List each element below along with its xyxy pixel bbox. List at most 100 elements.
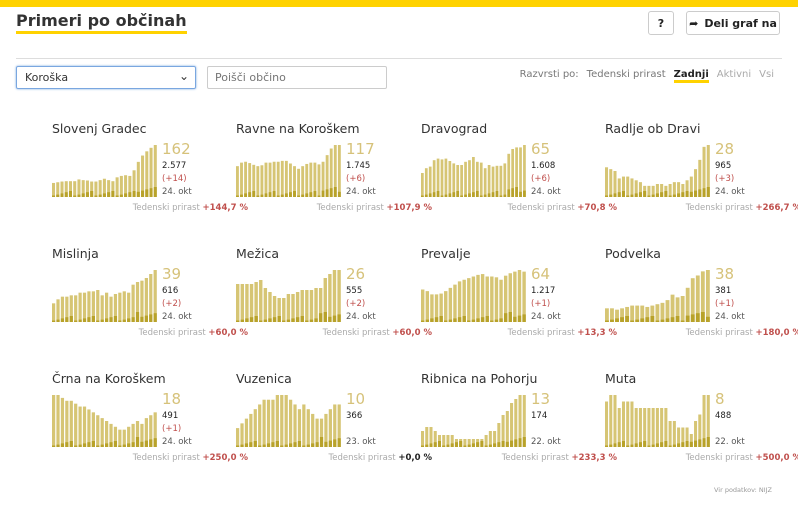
bar-new-cases: [505, 441, 509, 447]
bar: [69, 400, 73, 447]
bar: [105, 292, 109, 322]
municipality-card[interactable]: Slovenj Gradec 162 2.577 (+14) 24. okt T…: [52, 121, 248, 231]
bar-new-cases: [52, 320, 56, 322]
weekly-growth-label: Tedenski prirast: [685, 203, 753, 213]
bar-new-cases: [425, 319, 430, 322]
help-button[interactable]: ?: [648, 11, 674, 35]
bar: [276, 161, 280, 197]
bar-new-cases: [503, 194, 507, 197]
bar-new-cases: [488, 444, 492, 447]
bar: [448, 287, 453, 322]
bar: [275, 395, 279, 447]
bar: [100, 418, 104, 447]
bar-new-cases: [499, 318, 503, 322]
bar-new-cases: [681, 442, 685, 447]
bar-new-cases: [672, 194, 676, 197]
bar-new-cases: [436, 191, 440, 197]
sparkline-chart: [605, 145, 710, 197]
municipality-card[interactable]: Ravne na Koroškem 117 1.745 (+6) 24. okt…: [236, 121, 432, 231]
bar-new-cases: [337, 438, 341, 447]
bar-new-cases: [78, 444, 82, 447]
bar-new-cases: [491, 192, 495, 197]
total-cases: 174: [531, 411, 548, 421]
bar-new-cases: [140, 441, 144, 447]
sort-all[interactable]: Vsi: [759, 69, 774, 83]
bar-new-cases: [321, 190, 325, 197]
bar: [266, 399, 271, 447]
bar: [289, 399, 293, 447]
bar-new-cases: [149, 439, 153, 447]
bar-new-cases: [128, 192, 132, 197]
bar-new-cases: [495, 191, 499, 197]
bar: [144, 278, 148, 322]
bar-new-cases: [681, 192, 685, 197]
municipality-card[interactable]: Mežica 26 555 (+2) 24. okt Tedenski prir…: [236, 246, 432, 356]
municipality-card[interactable]: Črna na Koroškem 18 491 (+1) 24. okt Ted…: [52, 371, 248, 481]
bar: [468, 160, 471, 197]
sort-weekly-growth[interactable]: Tedenski prirast: [587, 69, 666, 83]
municipality-card[interactable]: Muta 8 488 22. okt Tedenski prirast +500…: [605, 371, 798, 481]
bar-new-cases: [333, 439, 337, 447]
bar: [605, 167, 609, 197]
municipality-search-input[interactable]: [207, 66, 387, 89]
bar-new-cases: [272, 191, 276, 197]
bar: [421, 173, 424, 197]
bar: [94, 181, 98, 197]
bar-new-cases: [91, 316, 95, 322]
municipality-card[interactable]: Radlje ob Dravi 28 965 (+3) 24. okt Tede…: [605, 121, 798, 231]
bar-new-cases: [497, 442, 501, 447]
bar: [77, 179, 81, 197]
bar-new-cases: [127, 443, 131, 447]
bar-new-cases: [464, 194, 467, 197]
bar-new-cases: [651, 194, 655, 197]
bar-new-cases: [698, 439, 702, 447]
weekly-growth: Tedenski prirast +107,9 %: [236, 203, 432, 213]
municipality-card[interactable]: Dravograd 65 1.608 (+6) 24. okt Tedenski…: [421, 121, 617, 231]
municipality-card[interactable]: Ribnica na Pohorju 13 174 22. okt Tedens…: [421, 371, 617, 481]
bar-new-cases: [109, 442, 113, 447]
bar-new-cases: [118, 445, 122, 447]
weekly-growth: Tedenski prirast +0,0 %: [236, 453, 432, 463]
weekly-growth-label: Tedenski prirast: [138, 328, 206, 338]
sort-latest[interactable]: Zadnji: [673, 69, 709, 83]
bar-new-cases: [131, 317, 135, 322]
bar-new-cases: [249, 317, 254, 322]
bar: [302, 404, 306, 447]
active-cases: 18: [162, 390, 182, 408]
bar: [52, 395, 56, 447]
bar: [105, 421, 109, 447]
bar-new-cases: [626, 195, 630, 197]
bar: [127, 292, 131, 322]
bar-new-cases: [266, 443, 271, 447]
bar: [96, 290, 100, 322]
bar-new-cases: [485, 316, 489, 322]
sort-active[interactable]: Aktivni: [717, 69, 751, 83]
bar: [284, 160, 288, 197]
bar-new-cases: [90, 191, 94, 197]
bar-new-cases: [144, 315, 148, 322]
total-cases: 381: [715, 286, 732, 296]
bar-new-cases: [605, 195, 609, 197]
bar-new-cases: [467, 320, 471, 322]
active-cases: 10: [346, 390, 366, 408]
new-cases: (+6): [346, 174, 366, 184]
municipality-card[interactable]: Podvelka 38 381 (+1) 24. okt Tedenski pr…: [605, 246, 798, 356]
bar: [421, 431, 425, 447]
bar-new-cases: [460, 195, 463, 197]
bar-new-cases: [65, 317, 69, 322]
region-select[interactable]: Koroška ⌄: [16, 66, 196, 89]
municipality-card[interactable]: Vuzenica 10 366 23. okt Tedenski prirast…: [236, 371, 432, 481]
weekly-growth: Tedenski prirast +70,8 %: [421, 203, 617, 213]
share-button[interactable]: ➦ Deli graf na: [686, 11, 780, 35]
weekly-growth: Tedenski prirast +13,3 %: [421, 328, 617, 338]
municipality-card[interactable]: Prevalje 64 1.217 (+1) 24. okt Tedenski …: [421, 246, 617, 356]
bar: [259, 280, 263, 322]
bar: [472, 157, 475, 197]
bar-new-cases: [655, 193, 659, 197]
bar-new-cases: [272, 317, 277, 322]
bar-new-cases: [105, 318, 109, 322]
sparkline-chart: [236, 395, 341, 447]
municipality-card[interactable]: Mislinja 39 616 (+2) 24. okt Tedenski pr…: [52, 246, 248, 356]
bar-new-cases: [87, 442, 91, 447]
bar-new-cases: [245, 318, 249, 322]
